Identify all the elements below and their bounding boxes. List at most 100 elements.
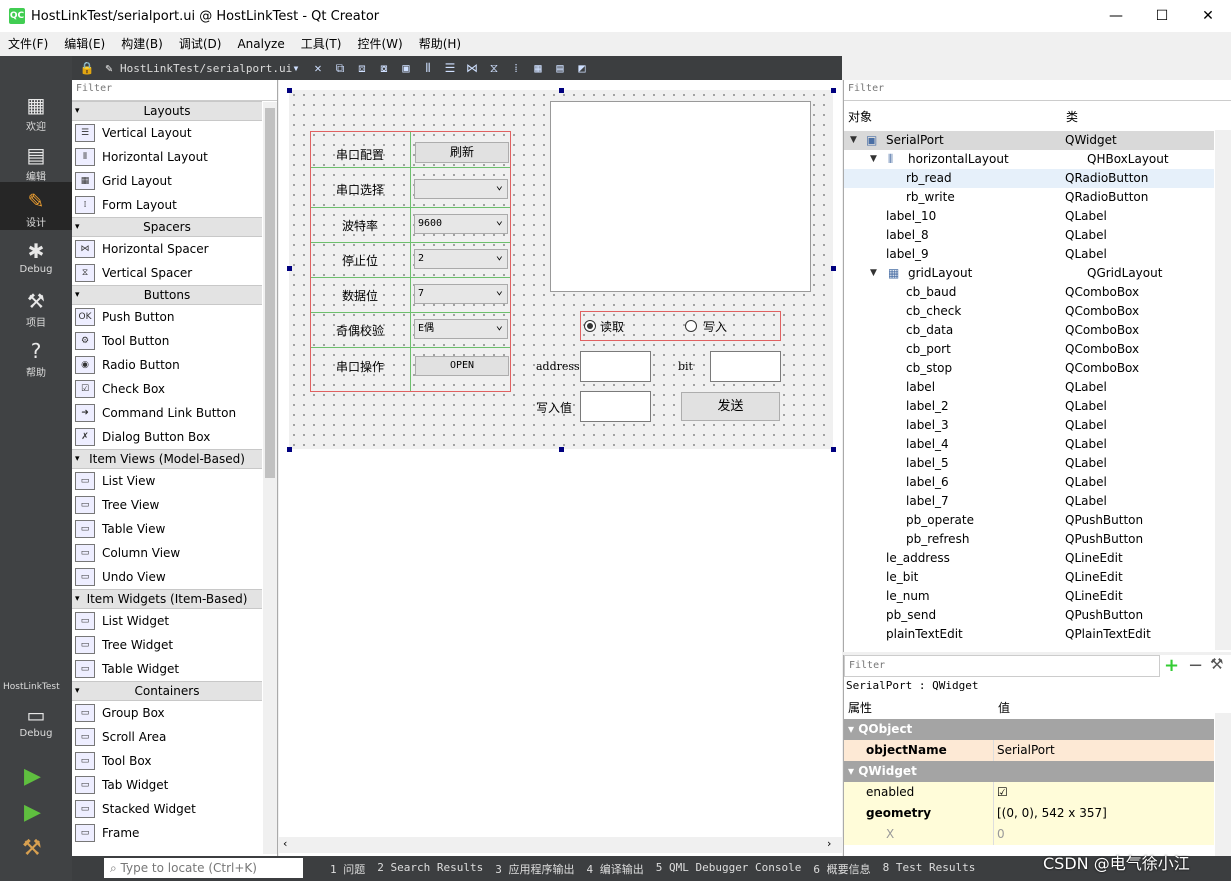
menu-analyze[interactable]: Analyze <box>229 37 292 51</box>
chevron-down-icon[interactable]: ▾ <box>285 58 307 78</box>
property-scrollbar[interactable] <box>1215 713 1231 856</box>
write-radio-button[interactable] <box>685 320 697 332</box>
expand-toggle-icon[interactable]: ▼ <box>870 150 877 169</box>
object-tree-row[interactable]: ▼ ▣ SerialPort QWidget <box>844 131 1214 150</box>
object-tree-row[interactable]: rb_write QRadioButton <box>844 188 1214 207</box>
object-tree-row[interactable]: pb_operate QPushButton <box>844 511 1214 530</box>
widget-item[interactable]: ▭ Table View <box>72 517 262 541</box>
object-tree-row[interactable]: le_bit QLineEdit <box>844 568 1214 587</box>
object-tree-row[interactable]: label_2 QLabel <box>844 397 1214 416</box>
object-tree-row[interactable]: le_address QLineEdit <box>844 549 1214 568</box>
address-input[interactable] <box>580 351 651 382</box>
object-tree-row[interactable]: label_10 QLabel <box>844 207 1214 226</box>
widget-item[interactable]: ▭ Scroll Area <box>72 725 262 749</box>
widget-item[interactable]: ⧖ Vertical Spacer <box>72 261 262 285</box>
layout-form-icon[interactable]: ⁞ <box>505 58 527 78</box>
stop-bits-combo[interactable]: 2 <box>414 249 508 269</box>
resize-handle[interactable] <box>287 88 292 93</box>
break-layout-icon[interactable]: ▤ <box>549 58 571 78</box>
parity-combo[interactable]: E偶 <box>414 319 508 339</box>
resize-handle[interactable] <box>559 88 564 93</box>
class-column-header[interactable]: 类 <box>1066 105 1079 129</box>
widget-item[interactable]: ▭ Tab Widget <box>72 773 262 797</box>
object-tree-row[interactable]: label_6 QLabel <box>844 473 1214 492</box>
widget-item[interactable]: ▭ Frame <box>72 821 262 845</box>
menu-help[interactable]: 帮助(H) <box>411 35 469 52</box>
bit-input[interactable] <box>710 351 781 382</box>
property-value[interactable]: ☑ <box>997 782 1008 803</box>
layout-horizontal-icon[interactable]: ⫴ <box>417 58 439 78</box>
property-filter-input[interactable]: Filter <box>844 655 1160 677</box>
expand-toggle-icon[interactable]: ▼ <box>870 264 877 283</box>
run-icon[interactable]: ▶ <box>24 764 41 789</box>
scroll-left-icon[interactable]: ‹ <box>283 837 287 850</box>
minimize-button[interactable]: — <box>1093 0 1139 32</box>
open-button[interactable]: OPEN <box>415 356 509 376</box>
locator-input[interactable]: ⌕ Type to locate (Ctrl+K) <box>104 858 303 878</box>
widget-item[interactable]: ✗ Dialog Button Box <box>72 425 262 449</box>
widget-item[interactable]: ⁞ Form Layout <box>72 193 262 217</box>
close-document-icon[interactable]: ✕ <box>307 58 329 78</box>
widget-category-header[interactable]: ▾ Containers <box>72 681 262 701</box>
menu-edit[interactable]: 编辑(E) <box>56 35 113 52</box>
output-tab[interactable]: 3 应用程序输出 <box>495 861 574 877</box>
object-tree-row[interactable]: pb_send QPushButton <box>844 606 1214 625</box>
widget-item[interactable]: ▭ Tree Widget <box>72 633 262 657</box>
property-value[interactable]: SerialPort <box>997 740 1055 761</box>
expand-toggle-icon[interactable]: ▼ <box>850 131 857 150</box>
mode-welcome[interactable]: ▦ 欢迎 <box>0 86 72 134</box>
property-row[interactable]: objectName SerialPort <box>844 740 1214 761</box>
edit-signals-icon[interactable]: ⧈ <box>351 58 373 78</box>
property-row[interactable]: X0 <box>844 824 1214 845</box>
object-column-header[interactable]: 对象 <box>848 105 873 129</box>
mode-help[interactable]: ? 帮助 <box>0 332 72 380</box>
object-tree-row[interactable]: cb_stop QComboBox <box>844 359 1214 378</box>
object-tree-row[interactable]: label_4 QLabel <box>844 435 1214 454</box>
property-column-header[interactable]: 属性 <box>848 699 872 716</box>
scrollbar-thumb[interactable] <box>265 108 275 478</box>
edit-tab-order-icon[interactable]: ▣ <box>395 58 417 78</box>
property-row[interactable]: enabled ☑ <box>844 782 1214 803</box>
object-tree-row[interactable]: cb_port QComboBox <box>844 340 1214 359</box>
object-tree-row[interactable]: cb_data QComboBox <box>844 321 1214 340</box>
build-hammer-icon[interactable]: ⚒ <box>22 836 42 861</box>
object-tree-row[interactable]: le_num QLineEdit <box>844 587 1214 606</box>
widget-item[interactable]: ☰ Vertical Layout <box>72 121 262 145</box>
object-tree-row[interactable]: label_3 QLabel <box>844 416 1214 435</box>
resize-handle[interactable] <box>831 88 836 93</box>
widget-item[interactable]: ⫴ Horizontal Layout <box>72 145 262 169</box>
widget-item[interactable]: ◉ Radio Button <box>72 353 262 377</box>
mode-projects[interactable]: ⚒ 项目 <box>0 282 72 330</box>
widget-category-header[interactable]: ▾ Spacers <box>72 217 262 237</box>
kit-selector[interactable]: ▭ Debug <box>0 696 72 744</box>
close-button[interactable]: ✕ <box>1185 0 1231 32</box>
widget-item[interactable]: ➜ Command Link Button <box>72 401 262 425</box>
add-property-icon[interactable]: + <box>1164 655 1179 676</box>
widget-item[interactable]: ▦ Grid Layout <box>72 169 262 193</box>
object-tree-scrollbar[interactable] <box>1215 130 1231 650</box>
object-tree-row[interactable]: label QLabel <box>844 378 1214 397</box>
output-tab[interactable]: 6 概要信息 <box>813 861 870 877</box>
adjust-size-icon[interactable]: ◩ <box>571 58 593 78</box>
widget-item[interactable]: ▭ Group Box <box>72 701 262 725</box>
send-button[interactable]: 发送 <box>681 392 780 421</box>
grid-layout[interactable]: 串口配置 串口选择 波特率 停止位 数据位 奇偶校验 串口操作 刷新 9600 … <box>310 131 511 392</box>
menu-file[interactable]: 文件(F) <box>0 35 56 52</box>
widget-item[interactable]: ⋈ Horizontal Spacer <box>72 237 262 261</box>
widget-item[interactable]: OK Push Button <box>72 305 262 329</box>
layout-vertical-icon[interactable]: ☰ <box>439 58 461 78</box>
debug-run-icon[interactable]: ▶ <box>24 800 41 825</box>
edit-buddies-icon[interactable]: ⧇ <box>373 58 395 78</box>
scroll-right-icon[interactable]: › <box>827 837 831 850</box>
property-row[interactable]: geometry [(0, 0), 542 x 357] <box>844 803 1214 824</box>
configure-wrench-icon[interactable]: ⚒ <box>1210 655 1223 673</box>
horizontal-layout[interactable]: 读取 写入 <box>580 311 781 341</box>
widget-item[interactable]: ▭ Stacked Widget <box>72 797 262 821</box>
widget-filter-input[interactable]: Filter <box>72 80 277 101</box>
resize-handle[interactable] <box>287 266 292 271</box>
widget-category-header[interactable]: ▾ Item Views (Model-Based) <box>72 449 262 469</box>
widget-item[interactable]: ☑ Check Box <box>72 377 262 401</box>
widget-item[interactable]: ▭ Undo View <box>72 565 262 589</box>
object-tree-row[interactable]: plainTextEdit QPlainTextEdit <box>844 625 1214 644</box>
resize-handle[interactable] <box>287 447 292 452</box>
